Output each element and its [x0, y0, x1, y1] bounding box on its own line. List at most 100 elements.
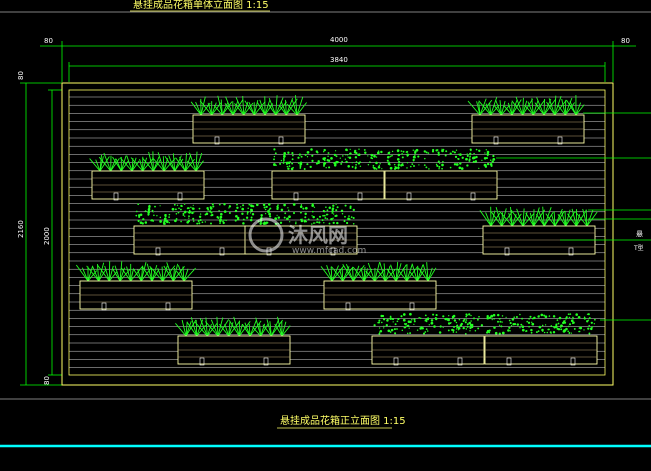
- bush-leaf: [486, 162, 490, 166]
- bush-leaf: [336, 206, 339, 209]
- bush-leaf: [435, 317, 438, 321]
- bush-leaf: [312, 215, 315, 219]
- grass-blade: [103, 152, 112, 172]
- bush-leaf: [339, 157, 341, 159]
- bush-leaf: [333, 164, 337, 167]
- vertical-dimensions: [20, 82, 62, 386]
- bush-leaf: [218, 219, 222, 223]
- bush-leaf: [469, 330, 471, 332]
- bush-leaf: [470, 320, 472, 322]
- bush-leaf: [354, 166, 357, 168]
- bush-leaf: [560, 328, 563, 331]
- bush-leaf: [344, 215, 346, 218]
- bush-leaf: [287, 161, 291, 165]
- bush-leaf: [425, 318, 428, 321]
- bush-leaf: [573, 327, 576, 330]
- bush-leaf: [567, 313, 570, 316]
- bush-leaf: [159, 205, 161, 207]
- grass-blade: [189, 152, 197, 172]
- bush-leaf: [283, 158, 285, 160]
- bush-leaf: [352, 223, 355, 225]
- bush-leaf: [340, 209, 344, 213]
- bush-leaf: [459, 162, 462, 165]
- bush-leaf: [300, 155, 303, 158]
- bush-leaf: [148, 204, 151, 207]
- bush-leaf: [273, 155, 276, 158]
- grass-blade: [554, 210, 565, 227]
- grass-blade: [115, 158, 122, 172]
- bush-leaf: [567, 330, 570, 333]
- bush-leaf: [568, 323, 572, 326]
- bush-leaf: [409, 332, 412, 335]
- bush-leaf: [173, 203, 176, 206]
- bush-leaf: [276, 214, 278, 216]
- bush-leaf: [274, 217, 278, 220]
- bush-leaf: [273, 163, 276, 166]
- bush-leaf: [350, 216, 353, 218]
- bush-leaf: [268, 212, 271, 216]
- bush-leaf: [477, 327, 480, 330]
- bush-leaf: [555, 323, 558, 326]
- grass-blade: [150, 268, 153, 282]
- bush-leaf: [424, 314, 427, 317]
- bush-leaf: [516, 323, 520, 326]
- bush-leaf: [358, 148, 360, 150]
- bush-leaf: [370, 156, 373, 159]
- bush-leaf: [304, 216, 307, 219]
- bush-leaf: [480, 324, 484, 327]
- bush-leaf: [478, 167, 480, 170]
- grass-blade: [479, 98, 487, 116]
- bush-leaf: [578, 327, 580, 329]
- bush-leaf: [222, 221, 225, 225]
- bush-leaf: [311, 159, 314, 163]
- bush-leaf: [335, 209, 338, 212]
- bush-leaf: [460, 167, 464, 170]
- bush-leaf: [301, 218, 303, 220]
- bush-leaf: [241, 207, 245, 211]
- bush-leaf: [437, 160, 440, 163]
- bush-leaf: [349, 152, 352, 155]
- grass-blade: [543, 98, 545, 116]
- bush-leaf: [323, 214, 326, 217]
- bush-leaf: [466, 164, 469, 167]
- bush-leaf: [473, 152, 475, 155]
- bush-leaf: [159, 220, 162, 223]
- bush-leaf: [379, 330, 383, 333]
- bush-leaf: [406, 162, 409, 164]
- bush-leaf: [547, 328, 550, 331]
- bush-leaf: [304, 206, 308, 210]
- bush-leaf: [396, 328, 398, 330]
- bush-leaf: [236, 203, 238, 206]
- bush-leaf: [324, 217, 327, 219]
- bush-leaf: [507, 329, 510, 332]
- bush-leaf: [334, 150, 337, 152]
- bush-leaf: [327, 159, 331, 162]
- bush-leaf: [285, 161, 288, 164]
- bush-leaf: [497, 320, 499, 323]
- bush-leaf: [287, 207, 289, 209]
- bush-leaf: [176, 204, 179, 206]
- grass-blade: [390, 264, 397, 282]
- bush-leaf: [432, 313, 435, 316]
- bush-leaf: [515, 315, 518, 319]
- bush-leaf: [174, 208, 177, 211]
- bush-leaf: [521, 317, 524, 320]
- grass-blade: [490, 97, 498, 116]
- bush-leaf: [470, 149, 472, 152]
- bush-leaf: [400, 164, 403, 167]
- bush-leaf: [446, 319, 448, 321]
- bush-leaf: [519, 313, 521, 316]
- bush-leaf: [412, 149, 415, 151]
- bush-leaf: [426, 330, 429, 332]
- watermark-url: www.mfcad.com: [292, 246, 366, 256]
- bush-leaf: [168, 222, 170, 224]
- bush-leaf: [223, 203, 226, 206]
- bush-leaf: [201, 221, 204, 224]
- bush-leaf: [306, 163, 309, 166]
- bush-leaf: [472, 160, 475, 164]
- bush-leaf: [197, 220, 200, 222]
- bush-leaf: [292, 166, 294, 169]
- bush-leaf: [530, 328, 533, 332]
- bush-leaf: [331, 211, 334, 213]
- bush-leaf: [209, 206, 212, 209]
